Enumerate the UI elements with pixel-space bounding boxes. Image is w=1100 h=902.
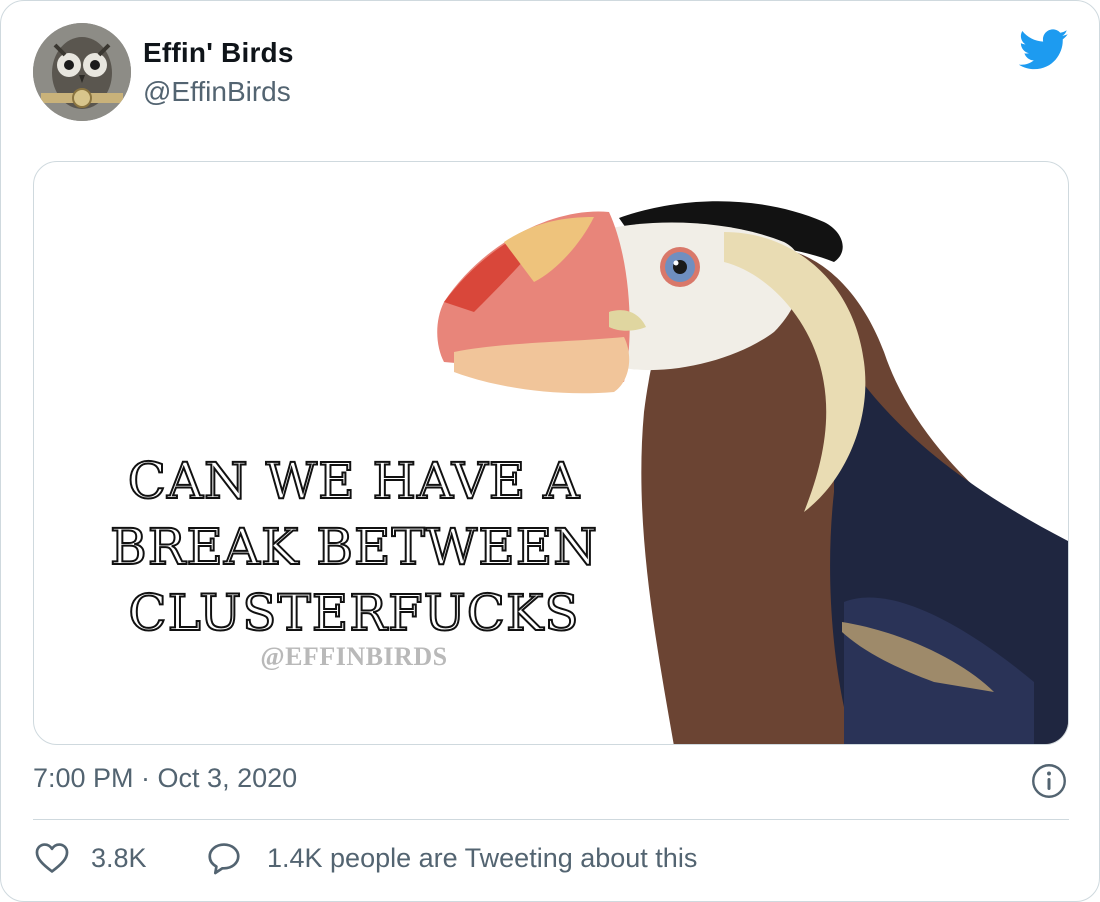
tweet-media[interactable]: CAN WE HAVE A BREAK BETWEEN CLUSTERFUCKS… (33, 161, 1069, 745)
like-count: 3.8K (91, 842, 147, 873)
like-button[interactable]: 3.8K (33, 839, 147, 877)
reply-button[interactable]: 1.4K people are Tweeting about this (205, 839, 697, 877)
tweet-card: Effin' Birds @EffinBirds CAN WE HAVE A B… (0, 0, 1100, 902)
twitter-bird-icon[interactable] (1019, 29, 1069, 71)
author-display-name[interactable]: Effin' Birds (143, 37, 294, 69)
meme-caption: CAN WE HAVE A BREAK BETWEEN CLUSTERFUCKS (74, 448, 634, 646)
speech-bubble-icon (208, 843, 240, 875)
reply-text: 1.4K people are Tweeting about this (267, 842, 698, 873)
heart-icon (35, 843, 69, 873)
image-watermark: @EFFINBIRDS (260, 642, 448, 671)
caption-line: CAN WE HAVE A (127, 451, 581, 511)
avatar[interactable] (33, 23, 131, 121)
caption-line: CLUSTERFUCKS (127, 583, 580, 643)
tweet-timestamp[interactable]: 7:00 PM · Oct 3, 2020 (33, 763, 297, 794)
author-handle[interactable]: @EffinBirds (143, 76, 291, 108)
owl-avatar-image (33, 23, 131, 121)
divider (33, 819, 1069, 820)
caption-line: BREAK BETWEEN (109, 517, 598, 577)
info-icon[interactable] (1031, 763, 1067, 799)
